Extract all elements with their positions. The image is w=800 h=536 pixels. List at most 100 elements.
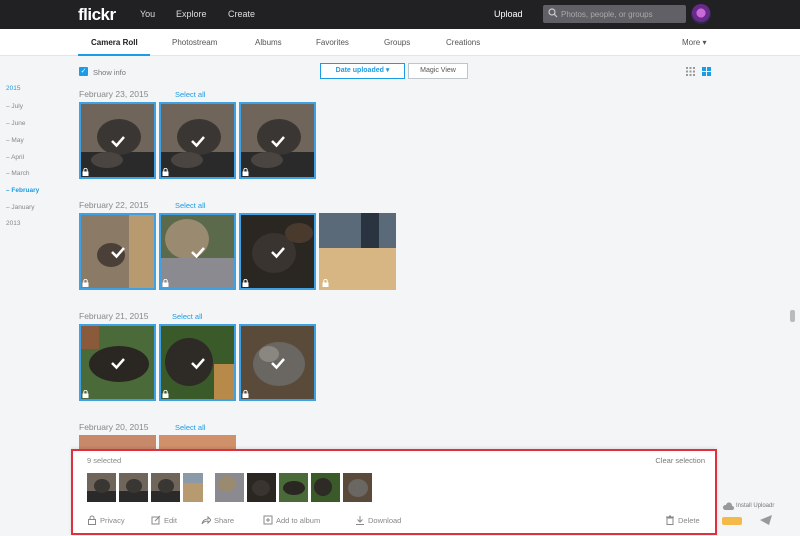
avatar[interactable]	[691, 4, 711, 24]
photo-tile[interactable]	[319, 213, 396, 290]
small-grid-icon[interactable]	[686, 67, 695, 76]
timeline-month[interactable]: – March	[6, 170, 29, 177]
clear-selection-link[interactable]: Clear selection	[655, 456, 705, 465]
tab-photostream[interactable]: Photostream	[172, 38, 217, 47]
photo-tile[interactable]	[159, 102, 236, 179]
lock-icon	[82, 168, 89, 176]
delete-button[interactable]: Delete	[665, 515, 700, 525]
edit-label: Edit	[164, 515, 177, 525]
sort-dropdown[interactable]: Date uploaded ▾	[320, 63, 405, 79]
lock-icon	[242, 390, 249, 398]
active-tab-indicator	[78, 54, 150, 56]
select-all-link[interactable]: Select all	[175, 90, 205, 99]
edit-icon	[151, 515, 161, 525]
thumbnail-image	[311, 473, 340, 502]
lock-icon	[242, 279, 249, 287]
timeline-month[interactable]: – April	[6, 154, 24, 161]
select-all-link[interactable]: Select all	[175, 201, 205, 210]
flickr-logo[interactable]: flickr	[78, 5, 116, 25]
large-grid-icon[interactable]	[702, 67, 711, 76]
timeline-year-2015[interactable]: 2015	[6, 85, 20, 92]
selected-check-icon	[111, 358, 125, 370]
timeline-month-label: July	[11, 103, 23, 110]
date-header: February 20, 2015	[79, 422, 149, 432]
share-button[interactable]: Share	[201, 515, 234, 525]
scrollbar[interactable]	[790, 310, 795, 322]
thumbnail-image	[215, 473, 244, 502]
selection-count: 9 selected	[87, 456, 122, 465]
tab-favorites[interactable]: Favorites	[316, 38, 349, 47]
select-all-link[interactable]: Select all	[175, 423, 205, 432]
add-to-album-button[interactable]: Add to album	[263, 515, 320, 525]
selected-thumbnail[interactable]	[87, 473, 116, 502]
selected-thumbnail[interactable]	[119, 473, 148, 502]
thumbnail-image	[279, 473, 308, 502]
edit-button[interactable]: Edit	[151, 515, 177, 525]
timeline-month[interactable]: – July	[6, 103, 23, 110]
selected-thumbnail[interactable]	[183, 473, 203, 502]
tab-creations[interactable]: Creations	[446, 38, 480, 47]
date-header: February 21, 2015	[79, 311, 149, 321]
thumbnail-image	[183, 473, 203, 502]
selected-check-icon	[271, 247, 285, 259]
photo-tile[interactable]	[239, 102, 316, 179]
thumbnail-image	[343, 473, 372, 502]
timeline-month[interactable]: – January	[6, 204, 35, 211]
trash-icon	[666, 515, 674, 525]
selected-thumbnail[interactable]	[151, 473, 180, 502]
timeline-month-label: June	[11, 120, 26, 127]
photo-tile[interactable]	[239, 324, 316, 401]
nav-create[interactable]: Create	[228, 9, 255, 19]
photo-tile[interactable]	[159, 213, 236, 290]
upload-link[interactable]: Upload	[494, 9, 523, 19]
photo-tile[interactable]	[79, 102, 156, 179]
show-info-label: Show info	[93, 68, 126, 77]
more-menu[interactable]: More ▾	[682, 38, 706, 47]
date-header: February 22, 2015	[79, 200, 149, 210]
photo-tile[interactable]	[79, 435, 156, 449]
timeline-year-2013[interactable]: 2013	[6, 220, 20, 227]
download-label: Download	[368, 515, 402, 525]
timeline-month[interactable]: – June	[6, 120, 26, 127]
lock-icon	[162, 279, 169, 287]
search-box[interactable]	[543, 5, 686, 23]
download-button[interactable]: Download	[355, 515, 401, 525]
share-icon	[201, 515, 211, 525]
tab-groups[interactable]: Groups	[384, 38, 410, 47]
nav-explore[interactable]: Explore	[176, 9, 207, 19]
search-input[interactable]	[561, 6, 681, 22]
timeline-month[interactable]: – May	[6, 137, 24, 144]
selected-check-icon	[191, 358, 205, 370]
download-icon	[356, 516, 364, 525]
install-uploadr-link[interactable]: Install Uploadr	[736, 503, 774, 509]
selected-thumbnail[interactable]	[247, 473, 276, 502]
timeline-month-label: January	[11, 204, 35, 211]
selected-thumbnail[interactable]	[311, 473, 340, 502]
thumbnail-image	[151, 473, 180, 502]
selected-check-icon	[191, 247, 205, 259]
timeline-month-active[interactable]: – February	[6, 187, 39, 194]
lock-icon	[322, 279, 329, 287]
privacy-button[interactable]: Privacy	[87, 515, 125, 525]
show-info-checkbox[interactable]: ✓	[79, 67, 88, 76]
nav-you[interactable]: You	[140, 9, 155, 19]
photo-tile[interactable]	[239, 213, 316, 290]
selected-thumbnail[interactable]	[215, 473, 244, 502]
status-badge	[722, 517, 742, 525]
tab-camera-roll[interactable]: Camera Roll	[91, 38, 138, 47]
selected-thumbnail[interactable]	[279, 473, 308, 502]
photo-tile[interactable]	[79, 213, 156, 290]
photo-tile[interactable]	[159, 324, 236, 401]
selected-thumbnail[interactable]	[343, 473, 372, 502]
photo-tile[interactable]	[79, 324, 156, 401]
search-icon	[548, 8, 558, 18]
lock-icon	[88, 515, 96, 525]
send-icon[interactable]	[760, 515, 772, 525]
selected-check-icon	[271, 136, 285, 148]
lock-icon	[162, 390, 169, 398]
select-all-link[interactable]: Select all	[172, 312, 202, 321]
magic-view-button[interactable]: Magic View	[408, 63, 468, 79]
photo-tile[interactable]	[159, 435, 236, 449]
photo-image	[159, 435, 236, 449]
tab-albums[interactable]: Albums	[255, 38, 282, 47]
